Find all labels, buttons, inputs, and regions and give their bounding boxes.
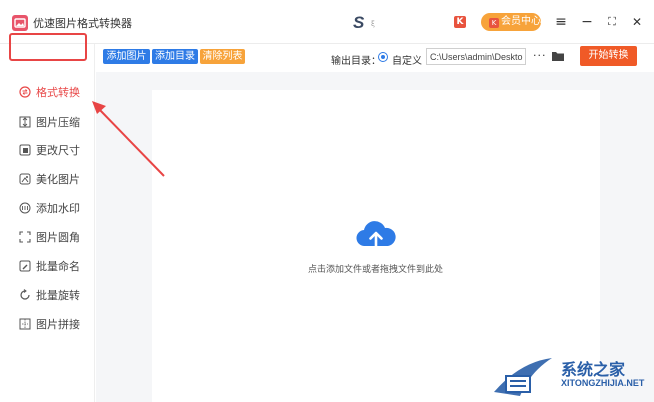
sidebar-item-label: 图片压缩 [36,116,80,129]
active-highlight-box [9,33,87,61]
sidebar-item-label: 美化图片 [36,173,80,186]
title-bar: 优速图片格式转换器 S ξ K K 会员中心 ≡ − ⛶ ✕ [0,0,654,44]
custom-radio[interactable] [378,52,388,62]
sidebar-item-rotate[interactable]: 批量旋转 [19,286,80,304]
sidebar-item-watermark[interactable]: 添加水印 [19,199,80,217]
sidebar-item-stitch[interactable]: 图片拼接 [19,315,80,333]
compress-icon [19,116,31,128]
more-options-button[interactable]: ··· [533,49,547,62]
k-badge-icon[interactable]: K [454,16,466,28]
output-dir-label: 输出目录： [331,56,381,67]
sidebar-item-rename[interactable]: 批量命名 [19,257,80,275]
add-image-button[interactable]: 添加图片 [103,49,150,64]
sidebar-item-beautify[interactable]: 美化图片 [19,170,80,188]
vip-center-label: 会员中心 [501,16,541,27]
s-brand-logo: S [353,13,365,32]
sidebar-item-label: 图片圆角 [36,231,80,244]
rotate-icon [20,289,30,300]
stitch-icon [19,318,31,330]
sidebar-item-label: 添加水印 [36,202,80,215]
app-logo-icon [12,15,28,31]
format-convert-icon [19,86,31,98]
sidebar-item-label: 图片拼接 [36,318,80,331]
cloud-upload-icon[interactable] [355,220,397,252]
s-brand-sub: ξ [371,20,375,28]
watermark-icon [19,202,31,214]
sidebar-item-label: 更改尺寸 [36,144,80,157]
watermark-subtitle: XITONGZHIJIA.NET [561,378,645,388]
sidebar-item-rounded-corner[interactable]: 图片圆角 [19,228,80,246]
app-title: 优速图片格式转换器 [33,17,132,30]
watermark-title: 系统之家 [561,360,626,379]
minimize-icon[interactable]: − [579,14,595,30]
watermark-logo-icon [494,358,552,396]
sidebar-item-label: 批量命名 [36,260,80,273]
vip-k-icon: K [489,18,499,28]
custom-radio-label[interactable]: 自定义 [392,52,422,67]
add-folder-button[interactable]: 添加目录 [152,49,198,64]
sidebar-item-label: 批量旋转 [36,289,80,302]
sidebar-item-label: 格式转换 [36,86,80,99]
beautify-icon [19,173,31,185]
resize-icon [19,144,31,156]
close-icon[interactable]: ✕ [629,14,645,30]
folder-icon[interactable] [551,50,565,62]
sidebar-item-resize[interactable]: 更改尺寸 [19,141,80,159]
sidebar-item-format-convert[interactable]: 格式转换 [19,83,80,101]
sidebar-item-compress[interactable]: 图片压缩 [19,113,80,131]
output-path-input[interactable] [426,48,526,65]
rename-icon [19,260,31,272]
menu-icon[interactable]: ≡ [553,14,569,30]
vip-center-button[interactable]: K 会员中心 [481,13,541,31]
clear-list-button[interactable]: 清除列表 [200,49,245,64]
maximize-icon[interactable]: ⛶ [604,14,620,30]
start-convert-button[interactable]: 开始转换 [580,46,637,66]
rounded-corner-icon [19,231,31,243]
drop-hint-text: 点击添加文件或者拖拽文件到此处 [308,265,444,275]
